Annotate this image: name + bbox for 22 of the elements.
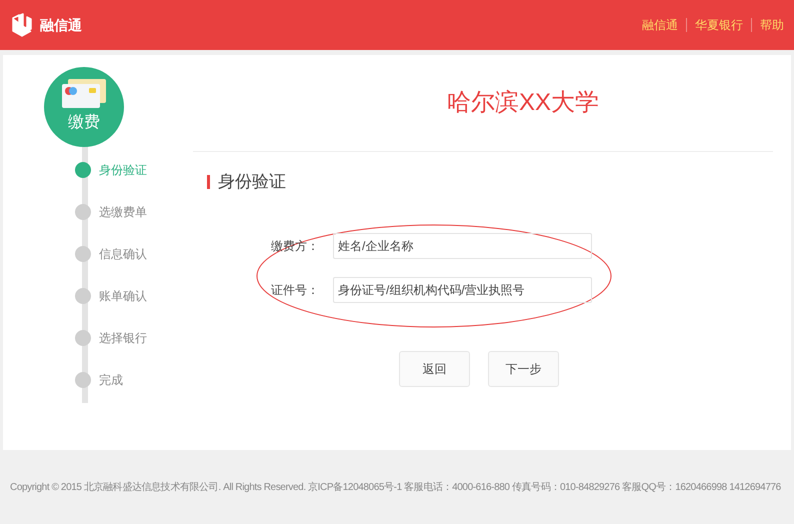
header-link[interactable]: 华夏银行 [695, 16, 743, 34]
brand-name: 融信通 [40, 16, 82, 34]
logo-icon [10, 13, 34, 37]
form-button[interactable]: 返回 [399, 350, 470, 386]
input-field[interactable]: 身份证号/组织机构代码/营业执照号 [333, 276, 592, 302]
section-marker [207, 174, 210, 189]
input-field[interactable]: 姓名/企业名称 [333, 232, 592, 258]
step-label[interactable]: 选缴费单 [99, 202, 147, 220]
header-link[interactable]: 帮助 [760, 16, 784, 34]
school-title: 哈尔滨XX大学 [446, 88, 599, 118]
step-label[interactable]: 选择银行 [99, 328, 147, 346]
step-label[interactable]: 完成 [99, 370, 123, 388]
badge-label: 缴费 [68, 112, 100, 133]
footer-text: Copyright © 2015 北京融科盛达信息技术有限公司. All Rights Reserved. 京ICP备12048065号-1 客服电话：4000-616-880 传真号码：010-84829276 客服QQ号：1620466998 1412694776 [10, 480, 781, 494]
form-button[interactable]: 下一步 [488, 350, 559, 386]
field-label: 证件号： [271, 282, 320, 298]
cards-icon [62, 79, 106, 109]
section-title: 身份验证 [218, 171, 286, 193]
step-label[interactable]: 账单确认 [99, 286, 147, 304]
step-label[interactable]: 身份验证 [99, 160, 147, 178]
header-link[interactable]: 融信通 [642, 16, 678, 34]
step-label[interactable]: 信息确认 [99, 244, 147, 262]
